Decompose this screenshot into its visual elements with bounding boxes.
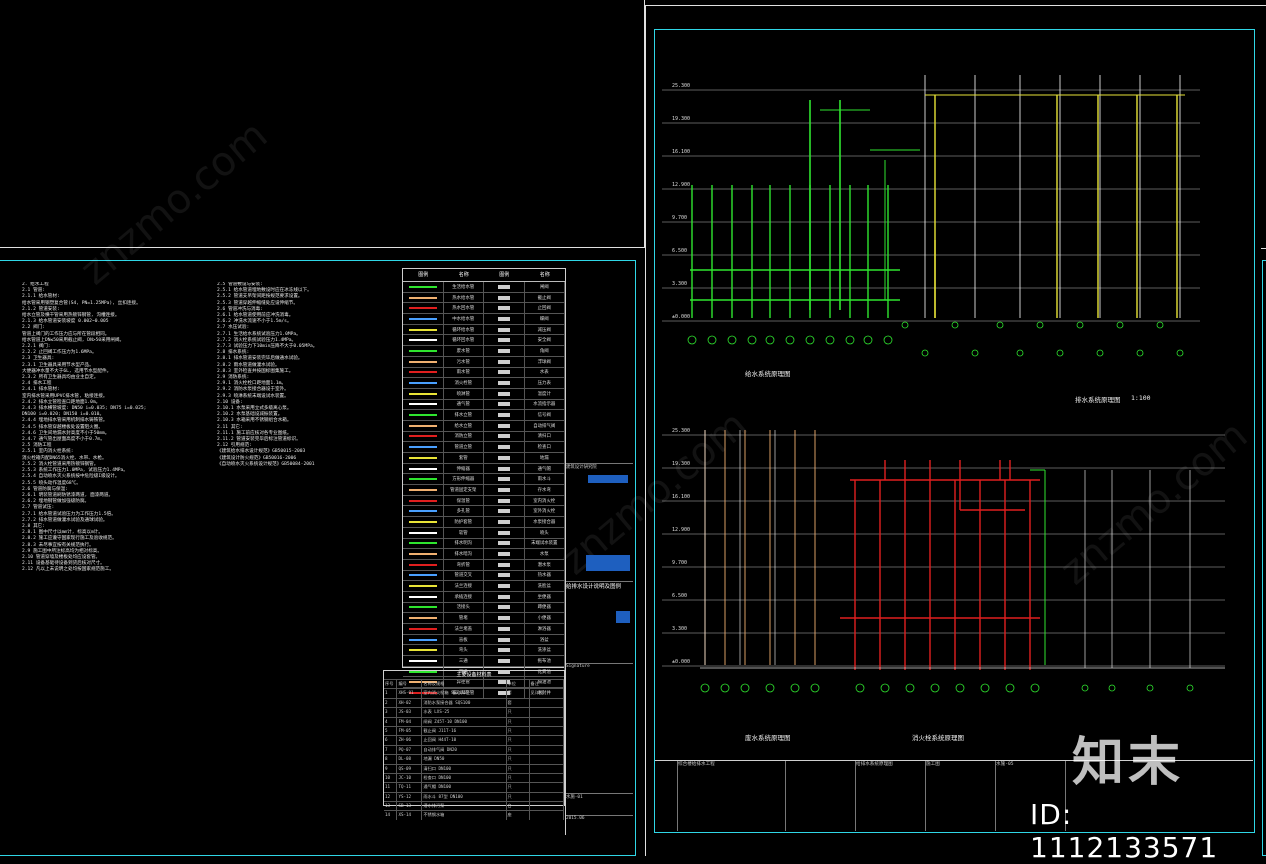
fire-node (980, 683, 990, 693)
fire-node (905, 683, 915, 693)
level-label-top: 9.700 (672, 215, 688, 221)
caption-scale: 1:100 (1131, 394, 1151, 402)
level-label-bottom: 16.100 (672, 494, 691, 500)
fire-node (855, 683, 865, 693)
hot-water-node (700, 683, 710, 693)
level-label-top: 25.300 (672, 83, 691, 89)
level-label-bottom: 6.500 (672, 593, 688, 599)
drain-node (951, 321, 959, 329)
level-label-bottom: 9.700 (672, 560, 688, 566)
drain-node (996, 321, 1004, 329)
riser-node (765, 335, 775, 345)
level-label-top: ±0.000 (672, 314, 691, 320)
drain-node (1096, 349, 1104, 357)
drain-node (901, 321, 909, 329)
drain-node (1186, 684, 1194, 692)
drain-node (1116, 321, 1124, 329)
drain-node (1056, 349, 1064, 357)
drain-node (1108, 684, 1116, 692)
drain-node (1016, 349, 1024, 357)
bb-drawing-title: 给排水系统原理图 (855, 761, 916, 831)
hot-water-node (765, 683, 775, 693)
hot-water-node (810, 683, 820, 693)
drain-node (971, 349, 979, 357)
riser-node (747, 335, 757, 345)
bb-stage: 施工图 (925, 761, 986, 831)
drain-node (1036, 321, 1044, 329)
level-label-top: 16.100 (672, 149, 691, 155)
drain-node (1081, 684, 1089, 692)
fire-node (1030, 683, 1040, 693)
watermark-id: ID: 1112133571 (1030, 798, 1219, 864)
drain-node (921, 349, 929, 357)
watermark-logo: 知末 (1072, 733, 1185, 793)
fire-node (1005, 683, 1015, 693)
hot-water-node (790, 683, 800, 693)
drain-node (1076, 321, 1084, 329)
bb-cells (785, 761, 846, 831)
level-label-top: 12.900 (672, 182, 691, 188)
hot-water-node (720, 683, 730, 693)
level-label-bottom: 12.900 (672, 527, 691, 533)
riser-node (863, 335, 873, 345)
riser-node (785, 335, 795, 345)
caption-fire: 消火栓系统原理图 (912, 734, 964, 742)
hot-water-node (740, 683, 750, 693)
caption-water-supply: 给水系统原理图 (745, 370, 791, 378)
drain-node (1136, 349, 1144, 357)
level-label-top: 6.500 (672, 248, 688, 254)
riser-node (883, 335, 893, 345)
level-label-bottom: ±0.000 (672, 659, 691, 665)
level-label-bottom: 3.300 (672, 626, 688, 632)
fire-node (880, 683, 890, 693)
riser-node (805, 335, 815, 345)
fire-node (930, 683, 940, 693)
fire-node (955, 683, 965, 693)
level-label-top: 3.300 (672, 281, 688, 287)
caption-drain-bottom: 废水系统原理图 (745, 734, 791, 742)
drain-node (1146, 684, 1154, 692)
level-label-bottom: 25.300 (672, 428, 691, 434)
level-label-top: 19.300 (672, 116, 691, 122)
caption-drain-top: 排水系统原理图 (1075, 396, 1121, 404)
drain-node (1176, 349, 1184, 357)
level-label-bottom: 19.300 (672, 461, 691, 467)
drain-node (1156, 321, 1164, 329)
riser-node (825, 335, 835, 345)
riser-node (727, 335, 737, 345)
bb-project: 综合楼给排水工程 (677, 761, 738, 831)
riser-node (687, 335, 697, 345)
riser-node (845, 335, 855, 345)
riser-node (707, 335, 717, 345)
